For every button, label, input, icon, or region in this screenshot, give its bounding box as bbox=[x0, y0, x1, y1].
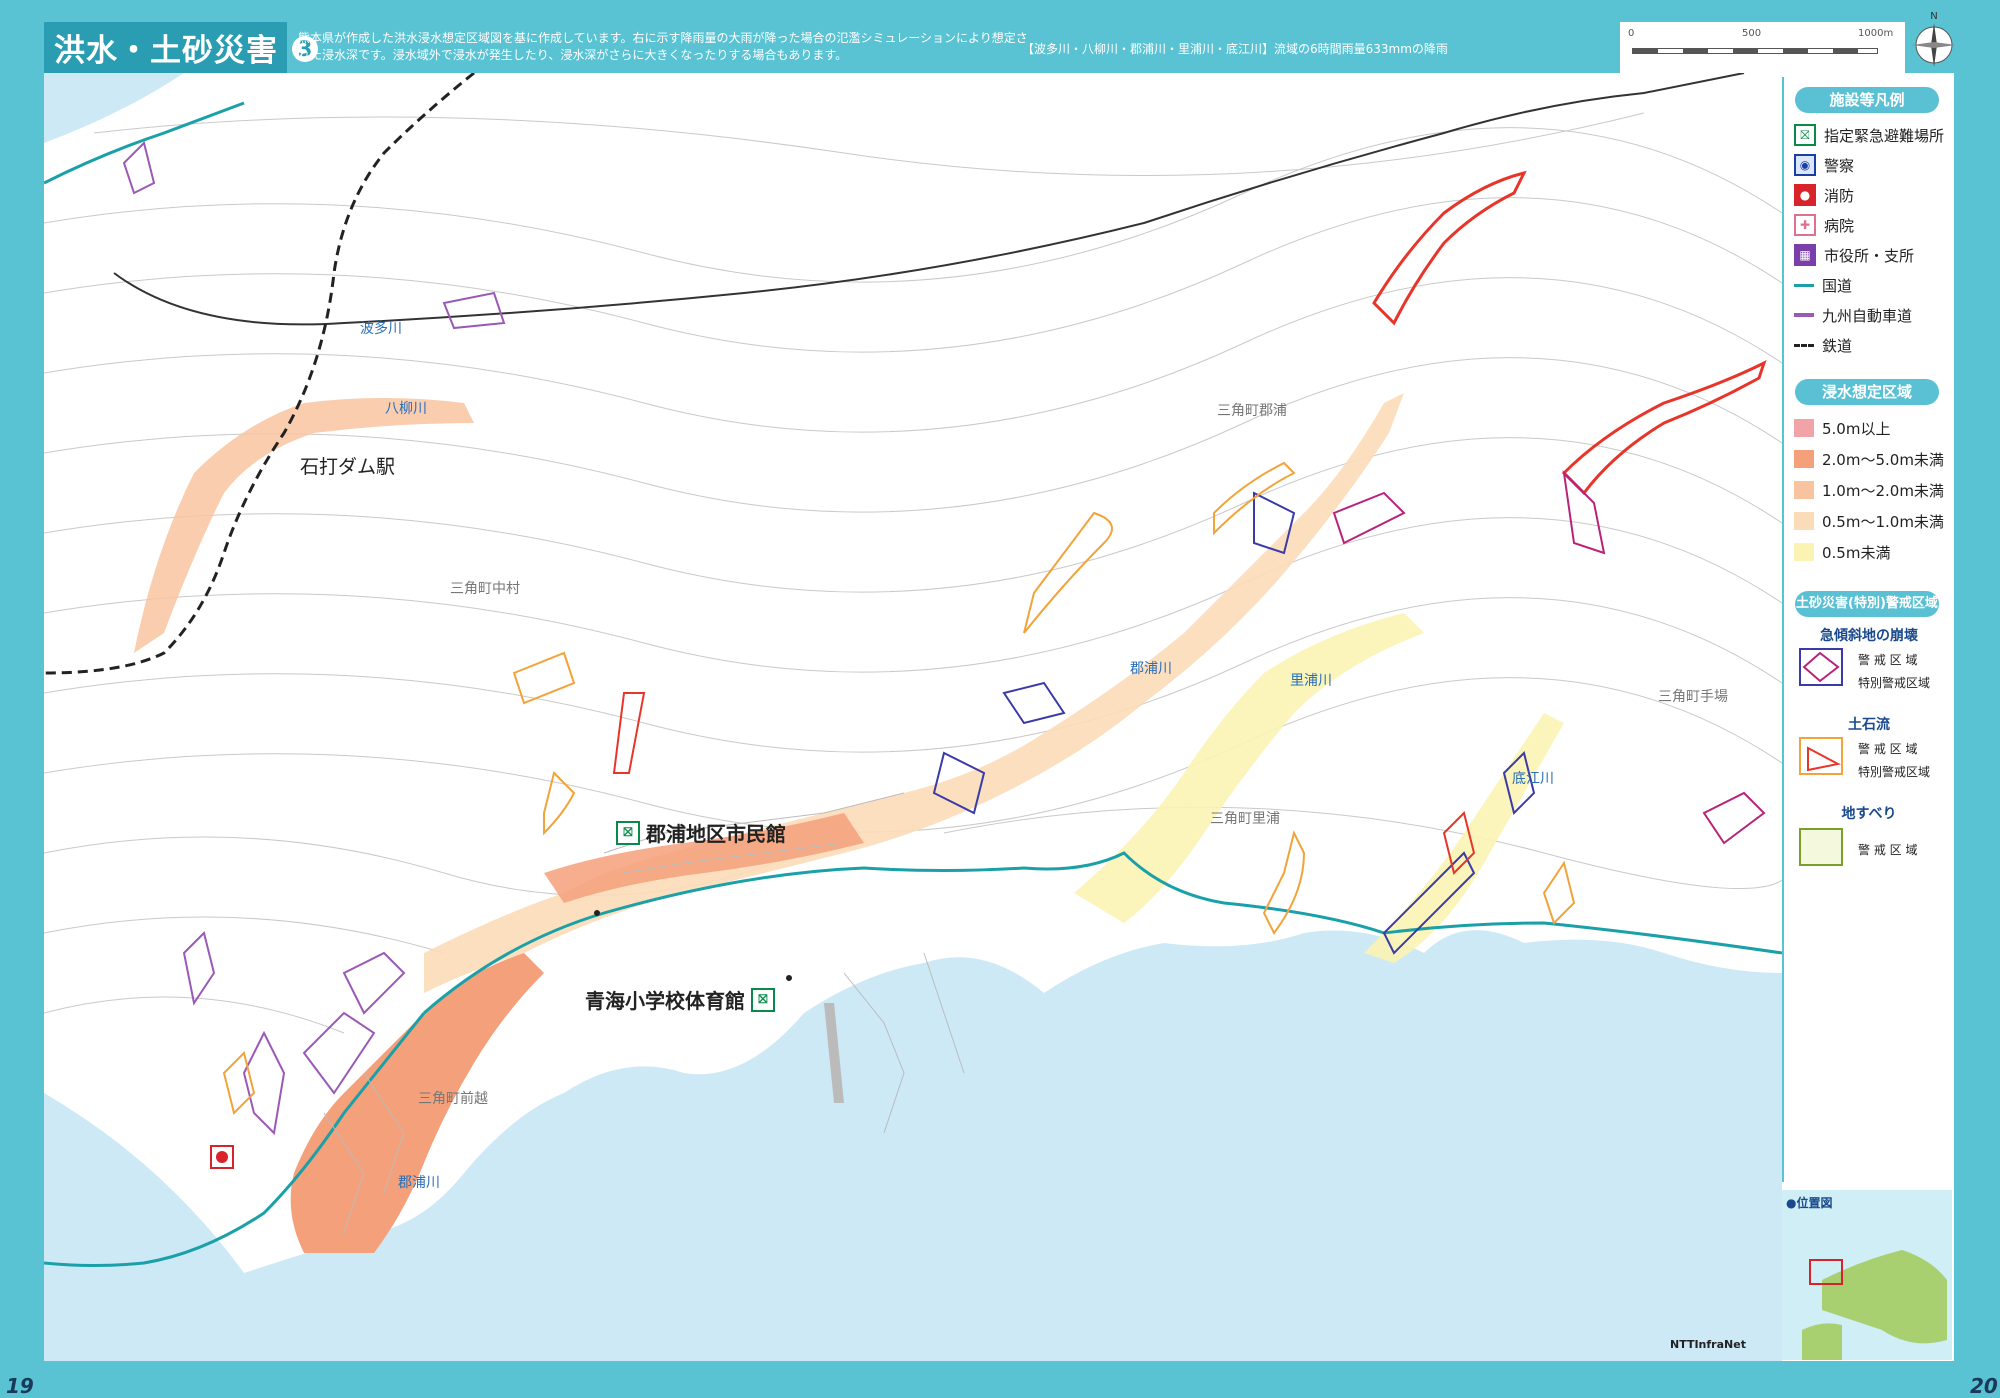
river-label-goura: 郡浦川 bbox=[1130, 661, 1172, 677]
legend-debris-flow-title: 土石流 bbox=[1848, 717, 1890, 733]
flood-swatch-4 bbox=[1794, 512, 1814, 530]
legend-steep-slope-title: 急傾斜地の崩壊 bbox=[1820, 628, 1918, 644]
place-label-nakamura: 三角町中村 bbox=[450, 581, 520, 597]
contour-lines bbox=[44, 112, 1782, 1034]
legend-row-national-road: 国道 bbox=[1794, 272, 1852, 298]
river-label-hata: 波多川 bbox=[360, 321, 402, 337]
rainfall-note: 【波多川・八柳川・郡浦川・里浦川・底江川】流域の6時間雨量633mmの降雨 bbox=[1022, 42, 1448, 56]
legend-label-evacuation: 指定緊急避難場所 bbox=[1824, 126, 1945, 145]
legend-row-evacuation: ⛝ 指定緊急避難場所 bbox=[1794, 122, 1944, 148]
legend-row-city-office: ▦ 市役所・支所 bbox=[1794, 242, 1914, 268]
facility-goura-hall[interactable]: ⛝ 郡浦地区市民館 bbox=[610, 818, 786, 847]
steep-slope-warning: 警 戒 区 域 bbox=[1858, 653, 1918, 667]
title-box: 洪水・土砂災害 3 bbox=[44, 22, 318, 73]
legend-label-flood-2: 2.0m～5.0m未満 bbox=[1822, 450, 1944, 469]
page-number-left: 19 bbox=[6, 1374, 34, 1398]
legend-row-railway: 鉄道 bbox=[1794, 332, 1852, 358]
place-label-maegoshi: 三角町前越 bbox=[418, 1091, 488, 1107]
scale-label-1000: 1000m bbox=[1858, 28, 1894, 39]
steep-slope-symbol bbox=[1799, 648, 1843, 686]
legend-label-flood-5: 0.5m未満 bbox=[1822, 543, 1891, 562]
police-icon: ◉ bbox=[1794, 154, 1816, 176]
legend-row-flood-5: 0.5m未満 bbox=[1794, 539, 1890, 565]
landslide-warning: 警 戒 区 域 bbox=[1858, 843, 1918, 857]
city-office-icon: ▦ bbox=[1794, 244, 1816, 266]
evacuation-icon: ⛝ bbox=[616, 820, 640, 845]
evacuation-icon: ⛝ bbox=[751, 987, 775, 1012]
place-label-teba: 三角町手場 bbox=[1658, 689, 1728, 705]
legend-row-police: ◉ 警察 bbox=[1794, 152, 1854, 178]
hospital-icon: ✚ bbox=[1794, 214, 1816, 236]
debris-flow-special: 特別警戒区域 bbox=[1858, 765, 1931, 779]
facility-seikai-gym[interactable]: 青海小学校体育館 ⛝ bbox=[585, 985, 781, 1014]
legend-label-expressway: 九州自動車道 bbox=[1822, 306, 1913, 325]
debris-flow-symbol bbox=[1799, 737, 1843, 775]
flood-zone-satoura bbox=[1074, 613, 1424, 923]
scale-label-500: 500 bbox=[1742, 28, 1762, 39]
legend-label-national-road: 国道 bbox=[1822, 276, 1853, 295]
header-description: 熊本県が作成した洪水浸水想定区域図を基に作成しています。右に示す降雨量の大雨が降… bbox=[298, 31, 1028, 62]
legend-row-fire: ● 消防 bbox=[1794, 182, 1854, 208]
hazard-map[interactable] bbox=[44, 73, 1782, 1361]
scale-bar bbox=[1632, 48, 1878, 54]
station-label: 石打ダム駅 bbox=[300, 456, 396, 478]
flood-swatch-2 bbox=[1794, 450, 1814, 468]
page-title: 洪水・土砂災害 bbox=[54, 33, 278, 69]
facility-dot-goura[interactable] bbox=[594, 910, 600, 916]
location-map bbox=[1802, 1250, 1947, 1360]
facility-seikai-label: 青海小学校体育館 bbox=[585, 989, 745, 1013]
legend-sediment-title: 土砂災害(特別)警戒区域 bbox=[1795, 591, 1939, 617]
legend-row-flood-2: 2.0m～5.0m未満 bbox=[1794, 446, 1944, 472]
page-number-right: 20 bbox=[1970, 1374, 1998, 1398]
location-inset: ●位置図 bbox=[1782, 1190, 1952, 1360]
legend-label-fire: 消防 bbox=[1824, 186, 1855, 205]
flood-swatch-5 bbox=[1794, 543, 1814, 561]
legend-flood-title: 浸水想定区域 bbox=[1795, 379, 1939, 405]
legend-landslide-title: 地すべり bbox=[1841, 806, 1897, 822]
legend-label-flood-4: 0.5m～1.0m未満 bbox=[1822, 512, 1944, 531]
national-road-swatch bbox=[1794, 283, 1814, 287]
facility-dot-seikai[interactable] bbox=[786, 975, 792, 981]
flood-swatch-3 bbox=[1794, 481, 1814, 499]
fire-station-marker[interactable] bbox=[210, 1145, 234, 1169]
legend-row-hospital: ✚ 病院 bbox=[1794, 212, 1854, 238]
landslide-symbol bbox=[1799, 828, 1843, 866]
river-label-sokoe: 底江川 bbox=[1512, 771, 1554, 787]
expressway-swatch bbox=[1794, 313, 1814, 317]
legend-label-flood-3: 1.0m～2.0m未満 bbox=[1822, 481, 1944, 500]
legend-row-flood-3: 1.0m～2.0m未満 bbox=[1794, 477, 1944, 503]
boundary-line bbox=[113, 73, 1745, 326]
legend-row-flood-4: 0.5m～1.0m未満 bbox=[1794, 508, 1944, 534]
place-label-goura: 三角町郡浦 bbox=[1217, 403, 1287, 419]
river-label-satoura: 里浦川 bbox=[1290, 673, 1332, 689]
scale-bar-panel: 0 500 1000m bbox=[1620, 22, 1905, 73]
railway-swatch bbox=[1794, 343, 1814, 347]
copyright-label: NTTInfraNet bbox=[1670, 1338, 1746, 1351]
legend-label-railway: 鉄道 bbox=[1822, 336, 1853, 355]
river-label-goura-lower: 郡浦川 bbox=[398, 1175, 440, 1191]
fire-icon: ● bbox=[1794, 184, 1816, 206]
evacuation-icon: ⛝ bbox=[1794, 124, 1816, 146]
legend-row-expressway: 九州自動車道 bbox=[1794, 302, 1912, 328]
steep-slope-special: 特別警戒区域 bbox=[1858, 676, 1931, 690]
legend-facilities-title: 施設等凡例 bbox=[1795, 87, 1939, 113]
scale-label-0: 0 bbox=[1628, 28, 1635, 39]
legend-label-flood-1: 5.0m以上 bbox=[1822, 419, 1891, 438]
facility-goura-label: 郡浦地区市民館 bbox=[646, 822, 786, 846]
compass-icon: N bbox=[1912, 11, 1956, 67]
legend-row-flood-1: 5.0m以上 bbox=[1794, 415, 1890, 441]
river-label-yanagi: 八柳川 bbox=[385, 401, 427, 417]
legend-label-police: 警察 bbox=[1824, 156, 1855, 175]
flood-swatch-1 bbox=[1794, 419, 1814, 437]
railway bbox=[44, 73, 475, 675]
legend-label-hospital: 病院 bbox=[1824, 216, 1855, 235]
place-label-satoura: 三角町里浦 bbox=[1210, 811, 1280, 827]
debris-flow-warning: 警 戒 区 域 bbox=[1858, 742, 1918, 756]
legend-panel: 施設等凡例 ⛝ 指定緊急避難場所 ◉ 警察 ● 消防 ✚ 病院 ▦ 市役所・支所… bbox=[1782, 77, 1954, 1182]
compass-n-label: N bbox=[1930, 11, 1937, 22]
legend-label-city-office: 市役所・支所 bbox=[1824, 246, 1915, 265]
